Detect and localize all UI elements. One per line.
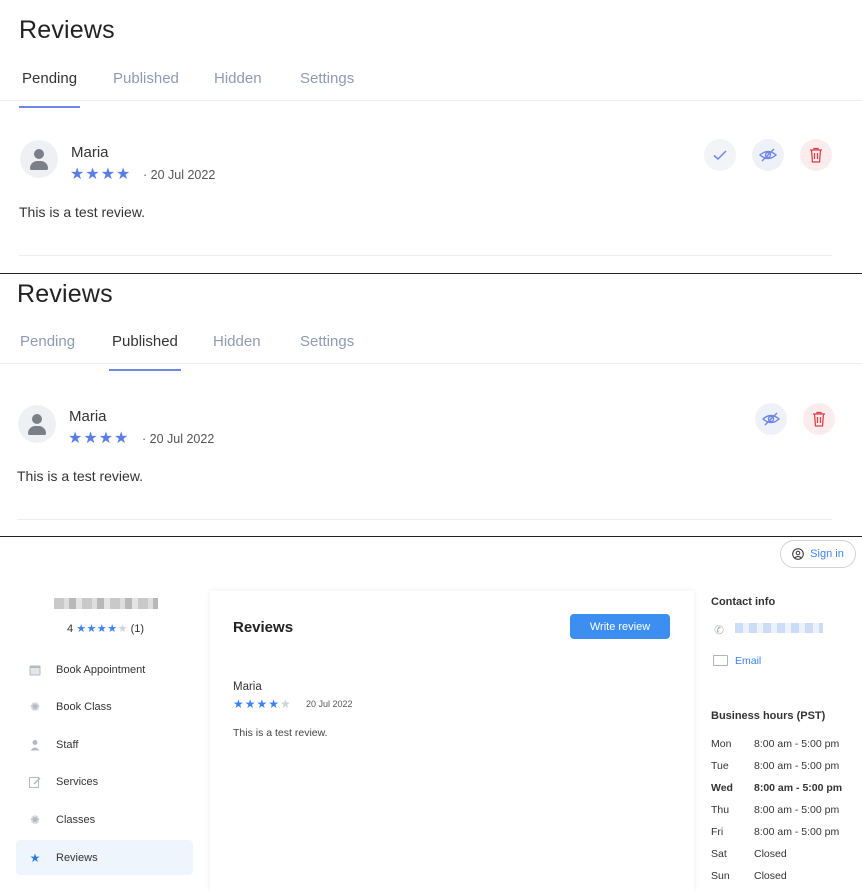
tab-hidden[interactable]: Hidden <box>213 333 261 369</box>
star-rating: ★★★★ <box>68 430 130 447</box>
person-icon <box>29 739 41 751</box>
rating-count: (1) <box>130 623 145 635</box>
hours-time: 8:00 am - 5:00 pm <box>754 760 840 772</box>
business-hours-title: Business hours (PST) <box>711 710 826 722</box>
hours-day: Sun <box>711 870 730 882</box>
reviewer-name: Maria <box>69 408 107 425</box>
trash-icon <box>813 411 825 427</box>
tab-bar: Pending Published Hidden Settings <box>0 62 862 108</box>
hours-time: 8:00 am - 5:00 pm <box>754 804 840 816</box>
hours-time: 8:00 am - 5:00 pm <box>754 738 840 750</box>
phone-icon: ✆ <box>714 623 725 637</box>
avatar <box>20 140 58 178</box>
phone-number-redacted <box>735 623 823 633</box>
tab-hidden[interactable]: Hidden <box>214 70 262 106</box>
tab-pending[interactable]: Pending <box>20 333 75 369</box>
hours-day: Wed <box>711 782 733 794</box>
page-title: Reviews <box>17 280 113 308</box>
eye-off-icon <box>759 148 777 162</box>
delete-button[interactable] <box>800 139 832 171</box>
review-text: This is a test review. <box>233 727 328 739</box>
sidebar-item-classes[interactable]: ✺ Classes <box>16 802 193 837</box>
hours-day: Mon <box>711 738 732 750</box>
sidebar-item-label: Book Class <box>56 700 112 713</box>
review-text: This is a test review. <box>19 204 146 220</box>
tab-published[interactable]: Published <box>113 70 179 106</box>
email-link[interactable]: Email <box>735 655 761 667</box>
star-icon: ★ <box>29 850 41 865</box>
sidebar-item-staff[interactable]: Staff <box>16 727 193 762</box>
sidebar-item-label: Book Appointment <box>56 663 146 676</box>
sidebar-item-label: Services <box>56 775 99 788</box>
tab-settings[interactable]: Settings <box>300 70 354 106</box>
hide-button[interactable] <box>755 403 787 435</box>
booking-page: Sign in 4 ★★★★★ (1) Book Appointment ✺ B… <box>0 537 862 891</box>
business-name-redacted <box>54 598 158 609</box>
sidebar-item-reviews[interactable]: ★ Reviews <box>16 840 193 875</box>
email-icon <box>713 655 728 666</box>
rating-stars: ★★★★ <box>76 623 118 635</box>
hours-day: Thu <box>711 804 730 816</box>
class-icon: ✺ <box>29 812 41 827</box>
approve-button[interactable] <box>704 139 736 171</box>
delete-button[interactable] <box>803 403 835 435</box>
check-icon <box>713 150 727 161</box>
stars-filled: ★★★★ <box>233 697 281 711</box>
star-rating: ★★★★ <box>70 166 132 183</box>
hours-day: Sat <box>711 848 727 860</box>
reviews-panel-pending: Reviews Pending Published Hidden Setting… <box>0 0 862 274</box>
review-date: · 20 Jul 2022 <box>142 432 215 446</box>
divider <box>19 255 832 256</box>
tab-settings[interactable]: Settings <box>300 333 354 369</box>
trash-icon <box>810 147 822 163</box>
tab-bar: Pending Published Hidden Settings <box>0 325 862 371</box>
sidebar-item-label: Staff <box>56 738 79 751</box>
hours-time: Closed <box>754 870 787 882</box>
review-date: · 20 Jul 2022 <box>143 168 216 182</box>
star-rating: ★★★★★ <box>233 697 292 711</box>
page-title: Reviews <box>19 16 115 44</box>
reviews-panel-published: Reviews Pending Published Hidden Setting… <box>0 274 862 537</box>
star-empty: ★ <box>280 697 292 711</box>
divider <box>17 519 832 520</box>
tab-published[interactable]: Published <box>109 333 181 371</box>
hours-day: Fri <box>711 826 724 838</box>
eye-off-icon <box>762 412 780 426</box>
business-rating: 4 ★★★★★ (1) <box>67 622 144 635</box>
reviewer-name: Maria <box>233 681 262 693</box>
rating-star-empty: ★ <box>117 623 128 635</box>
sign-in-label: Sign in <box>810 548 844 560</box>
sidebar-item-label: Classes <box>56 813 96 826</box>
hours-time: 8:00 am - 5:00 pm <box>754 826 840 838</box>
reviewer-name: Maria <box>71 144 109 161</box>
calendar-icon <box>29 664 41 676</box>
write-review-button[interactable]: Write review <box>570 614 670 639</box>
sidebar-item-label: Reviews <box>56 851 98 864</box>
user-circle-icon <box>792 548 804 560</box>
hide-button[interactable] <box>752 139 784 171</box>
hours-time: Closed <box>754 848 787 860</box>
hours-day: Tue <box>711 760 729 772</box>
review-text: This is a test review. <box>17 468 144 484</box>
reviews-card: Reviews Write review Maria ★★★★★ 20 Jul … <box>210 591 694 891</box>
rating-value: 4 <box>67 623 74 635</box>
card-title: Reviews <box>233 619 294 636</box>
edit-icon <box>29 776 41 788</box>
sidebar-item-services[interactable]: Services <box>16 764 193 799</box>
sidebar-item-book-appointment[interactable]: Book Appointment <box>16 652 193 687</box>
hours-time: 8:00 am - 5:00 pm <box>754 782 843 794</box>
avatar <box>18 405 56 443</box>
sidebar-item-book-class[interactable]: ✺ Book Class <box>16 689 193 724</box>
contact-info-title: Contact info <box>711 596 776 608</box>
sign-in-button[interactable]: Sign in <box>780 540 856 568</box>
tab-pending[interactable]: Pending <box>19 70 81 108</box>
review-date: 20 Jul 2022 <box>306 699 353 709</box>
class-icon: ✺ <box>29 699 41 714</box>
